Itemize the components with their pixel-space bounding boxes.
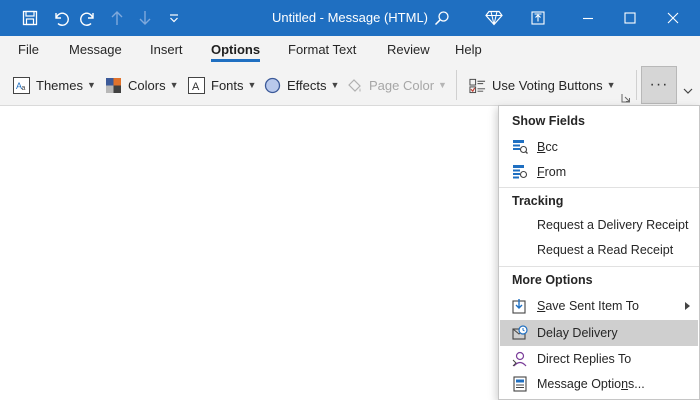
fonts-button[interactable]: A Fonts ▼ xyxy=(188,72,256,98)
chevron-down-icon: ▼ xyxy=(606,80,616,90)
voting-icon xyxy=(469,77,486,94)
colors-label: Colors xyxy=(128,77,166,93)
section-tracking: Tracking xyxy=(512,194,564,208)
more-commands-button[interactable]: ··· xyxy=(641,66,677,104)
menu-item-direct-replies-to[interactable]: Direct Replies To xyxy=(500,346,698,372)
section-show-fields: Show Fields xyxy=(512,114,585,128)
menu-item-bcc[interactable]: Bcc xyxy=(500,134,698,160)
themes-icon: Aa xyxy=(13,76,30,94)
menu-item-label: Delay Delivery xyxy=(537,326,618,340)
effects-button[interactable]: Effects ▼ xyxy=(264,72,339,98)
chevron-right-icon xyxy=(685,302,690,310)
menu-separator xyxy=(499,187,699,188)
ribbon-divider xyxy=(636,70,637,100)
redo-icon[interactable] xyxy=(76,0,100,36)
tab-format-text[interactable]: Format Text xyxy=(288,36,356,64)
chevron-down-icon: ▼ xyxy=(438,80,447,90)
tab-help[interactable]: Help xyxy=(455,36,482,64)
menu-separator xyxy=(499,266,699,267)
voting-label: Use Voting Buttons xyxy=(492,77,603,93)
tab-insert[interactable]: Insert xyxy=(150,36,183,64)
title-bar: Untitled - Message (HTML) xyxy=(0,0,700,36)
effects-label: Effects xyxy=(287,77,327,93)
menu-item-label: Save Sent Item To xyxy=(537,299,639,313)
close-icon[interactable] xyxy=(660,0,686,36)
tab-message[interactable]: Message xyxy=(69,36,122,64)
colors-icon xyxy=(105,77,122,94)
save-icon[interactable] xyxy=(18,0,42,36)
tab-options[interactable]: Options xyxy=(211,36,261,64)
undo-icon[interactable] xyxy=(48,0,72,36)
search-icon[interactable] xyxy=(430,0,454,36)
fonts-label: Fonts xyxy=(211,77,244,93)
restore-window-icon[interactable] xyxy=(525,0,551,36)
menu-item-message-options[interactable]: Message Options... xyxy=(500,371,698,397)
minimize-icon[interactable] xyxy=(575,0,601,36)
svg-text:a: a xyxy=(22,85,26,92)
message-options-icon xyxy=(512,376,528,392)
themes-button[interactable]: Aa Themes ▼ xyxy=(13,72,96,98)
menu-item-label: Message Options... xyxy=(537,377,645,391)
menu-item-label: Bcc xyxy=(537,140,558,154)
direct-replies-icon xyxy=(512,351,528,367)
fonts-icon: A xyxy=(188,76,205,94)
effects-icon xyxy=(264,77,281,94)
menu-item-from[interactable]: From xyxy=(500,159,698,185)
menu-item-delay-delivery[interactable]: Delay Delivery xyxy=(500,320,698,346)
page-color-button[interactable]: Page Color ▼ xyxy=(346,72,447,98)
dialog-launcher-icon[interactable] xyxy=(621,91,631,103)
tab-review[interactable]: Review xyxy=(387,36,430,64)
menu-item-request-read-receipt[interactable]: Request a Read Receipt xyxy=(500,237,698,263)
chevron-down-icon: ▼ xyxy=(169,80,179,90)
down-arrow-icon[interactable] xyxy=(134,0,156,36)
paint-bucket-icon xyxy=(346,77,363,94)
more-options-dropdown: Show Fields Bcc From Tracking Request a … xyxy=(498,105,700,400)
from-field-icon xyxy=(512,164,528,180)
delay-delivery-icon xyxy=(512,325,528,341)
section-more-options: More Options xyxy=(512,273,593,287)
ribbon-display-options-icon[interactable] xyxy=(681,84,695,98)
themes-label: Themes xyxy=(36,77,83,93)
ribbon: Aa Themes ▼ Colors ▼ A Fonts ▼ Effects ▼… xyxy=(0,64,700,106)
maximize-icon[interactable] xyxy=(617,0,643,36)
menu-item-label: From xyxy=(537,165,567,179)
tab-file[interactable]: File xyxy=(18,36,39,64)
menu-item-request-delivery-receipt[interactable]: Request a Delivery Receipt xyxy=(500,212,698,238)
menu-item-save-sent-item-to[interactable]: Save Sent Item To xyxy=(500,293,698,319)
chevron-down-icon: ▼ xyxy=(330,80,340,90)
chevron-down-icon: ▼ xyxy=(247,80,257,90)
svg-text:A: A xyxy=(192,81,200,93)
menu-item-label: Direct Replies To xyxy=(537,352,632,366)
menu-item-label: Request a Read Receipt xyxy=(537,243,674,257)
diamond-icon[interactable] xyxy=(482,0,506,36)
colors-button[interactable]: Colors ▼ xyxy=(105,72,179,98)
ribbon-tabs: File Message Insert Options Format Text … xyxy=(0,36,700,64)
use-voting-buttons-button[interactable]: Use Voting Buttons ▼ xyxy=(469,72,616,98)
page-color-label: Page Color xyxy=(369,77,435,93)
up-arrow-icon[interactable] xyxy=(106,0,128,36)
ribbon-divider xyxy=(456,70,457,100)
menu-item-label: Request a Delivery Receipt xyxy=(537,218,689,232)
bcc-field-icon xyxy=(512,139,528,155)
chevron-down-icon: ▼ xyxy=(86,80,96,90)
save-sent-item-icon xyxy=(512,298,528,314)
customize-toolbar-icon[interactable] xyxy=(164,0,184,36)
